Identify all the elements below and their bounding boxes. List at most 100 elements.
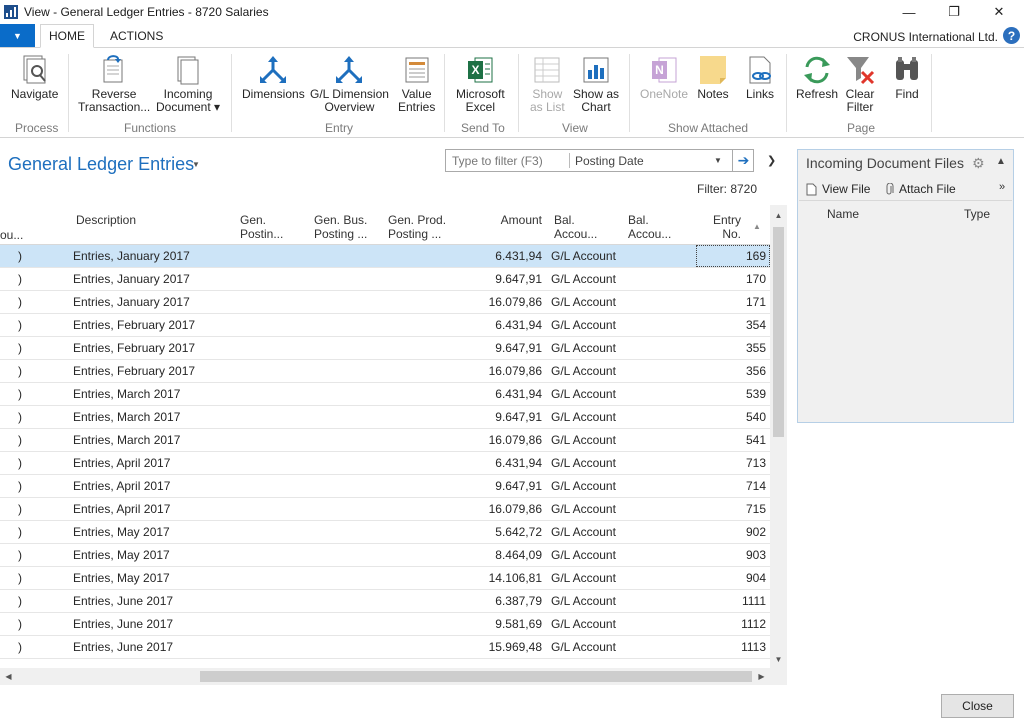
vertical-scrollbar[interactable]: ▲ ▼: [770, 205, 787, 668]
cell-entry-no: 356: [745, 364, 766, 378]
reverse-transaction-button[interactable]: Reverse Transaction...: [78, 54, 150, 114]
table-row[interactable]: ) Entries, March 2017 9.647,91 G/L Account 5…: [0, 406, 770, 429]
binoculars-icon: [891, 54, 923, 86]
table-row[interactable]: ) Entries, February 2017 6.431,94 G/L Accou…: [0, 314, 770, 337]
title-dropdown-icon[interactable]: ▼: [192, 160, 200, 169]
table-row[interactable]: ) Entries, January 2017 16.079,86 G/L Accou…: [0, 291, 770, 314]
notes-button[interactable]: Notes: [697, 54, 729, 101]
attach-file-button[interactable]: Attach File: [885, 182, 956, 196]
cell-entry-no: 715: [745, 502, 766, 516]
refresh-button[interactable]: Refresh: [796, 54, 838, 101]
links-button[interactable]: Links: [744, 54, 776, 101]
cell-description: Entries, April 2017: [73, 502, 171, 516]
more-actions-icon[interactable]: »: [999, 181, 1005, 193]
filter-go-arrow-icon[interactable]: ➔: [732, 150, 754, 171]
show-as-list-button[interactable]: Show as List: [530, 54, 565, 114]
close-window-button[interactable]: ✕: [976, 0, 1022, 24]
column-header-gen-posting[interactable]: Gen. Postin...: [240, 213, 283, 241]
table-row[interactable]: ) Entries, March 2017 6.431,94 G/L Account 5…: [0, 383, 770, 406]
svg-text:X: X: [472, 63, 480, 77]
cell-amount: 9.647,91: [495, 341, 542, 355]
dimensions-icon: [257, 54, 289, 86]
cell-bal-account-type: G/L Account: [551, 548, 616, 562]
table-row[interactable]: ) Entries, February 2017 9.647,91 G/L Accou…: [0, 337, 770, 360]
cell-truncated: ): [18, 249, 22, 263]
table-row[interactable]: ) Entries, May 2017 5.642,72 G/L Account 902: [0, 521, 770, 544]
horizontal-scrollbar[interactable]: ◀ ▶: [0, 668, 787, 685]
restore-button[interactable]: ❐: [931, 0, 977, 24]
scroll-right-icon[interactable]: ▶: [753, 668, 770, 685]
onenote-button[interactable]: N OneNote: [640, 54, 688, 101]
cell-amount: 15.969,48: [488, 640, 542, 654]
table-row[interactable]: ) Entries, June 2017 6.387,79 G/L Account 11…: [0, 590, 770, 613]
table-row[interactable]: ) Entries, April 2017 6.431,94 G/L Account 7…: [0, 452, 770, 475]
table-row[interactable]: ) Entries, May 2017 8.464,09 G/L Account 903: [0, 544, 770, 567]
cell-amount: 9.581,69: [495, 617, 542, 631]
scroll-up-icon[interactable]: ▲: [770, 207, 787, 224]
factbox-column-name[interactable]: Name: [827, 207, 859, 221]
view-file-button[interactable]: View File: [806, 182, 870, 196]
filter-input[interactable]: [446, 150, 570, 171]
cell-truncated: ): [18, 594, 22, 608]
factbox-column-type[interactable]: Type: [964, 207, 990, 221]
document-icon: [806, 183, 817, 195]
find-button[interactable]: Find: [891, 54, 923, 101]
column-header[interactable]: ou...: [0, 228, 23, 242]
scroll-left-icon[interactable]: ◀: [0, 668, 17, 685]
help-icon[interactable]: ?: [1003, 27, 1020, 44]
table-row[interactable]: ) Entries, April 2017 9.647,91 G/L Account 7…: [0, 475, 770, 498]
sort-ascending-icon: ▲: [753, 222, 761, 231]
close-button[interactable]: Close: [941, 694, 1014, 718]
app-chart-icon: [4, 5, 18, 19]
scroll-down-icon[interactable]: ▼: [770, 651, 787, 668]
table-row[interactable]: ) Entries, April 2017 16.079,86 G/L Account…: [0, 498, 770, 521]
company-name[interactable]: CRONUS International Ltd.: [853, 30, 998, 44]
cell-entry-no: 1111: [741, 594, 766, 608]
column-header-entry-no[interactable]: Entry No.: [696, 213, 741, 241]
cell-bal-account-type: G/L Account: [551, 341, 616, 355]
dimensions-button[interactable]: Dimensions: [242, 54, 305, 101]
minimize-button[interactable]: —: [886, 0, 932, 24]
chevron-down-icon[interactable]: ▼: [714, 156, 722, 165]
show-as-chart-button[interactable]: Show as Chart: [573, 54, 619, 114]
table-row[interactable]: ) Entries, June 2017 15.969,48 G/L Account 1…: [0, 636, 770, 659]
cell-entry-no: 902: [745, 525, 766, 539]
cell-amount: 9.647,91: [495, 410, 542, 424]
collapse-up-icon[interactable]: ▲: [996, 156, 1006, 167]
table-row[interactable]: ) Entries, January 2017 6.431,94 G/L Accoun…: [0, 245, 770, 268]
ribbon-separator: [786, 54, 787, 132]
cell-description: Entries, January 2017: [73, 295, 190, 309]
table-row[interactable]: ) Entries, March 2017 16.079,86 G/L Account…: [0, 429, 770, 452]
page-title[interactable]: General Ledger Entries: [8, 154, 194, 175]
gl-dimension-overview-button[interactable]: G/L Dimension Overview: [310, 54, 389, 114]
cell-amount: 16.079,86: [488, 364, 542, 378]
table-row[interactable]: ) Entries, February 2017 16.079,86 G/L Acco…: [0, 360, 770, 383]
column-header-bal-account-type[interactable]: Bal. Accou...: [554, 213, 597, 241]
cell-entry-no: 541: [745, 433, 766, 447]
clear-filter-button[interactable]: Clear Filter: [844, 54, 876, 114]
column-header-description[interactable]: Description: [76, 213, 136, 227]
table-row[interactable]: ) Entries, June 2017 9.581,69 G/L Account 11…: [0, 613, 770, 636]
gear-icon[interactable]: ⚙: [972, 155, 985, 172]
collapse-chevron-icon[interactable]: ❯: [767, 154, 776, 167]
ribbon-separator: [444, 54, 445, 132]
column-header-gen-prod-posting[interactable]: Gen. Prod. Posting ...: [388, 213, 446, 241]
value-entries-button[interactable]: Value Entries: [398, 54, 435, 114]
navigate-button[interactable]: Navigate: [11, 54, 58, 101]
tab-actions[interactable]: ACTIONS: [102, 24, 171, 48]
ribbon: Navigate Process Reverse Transaction... …: [0, 47, 1024, 138]
column-header-amount[interactable]: Amount: [470, 213, 542, 227]
table-row[interactable]: ) Entries, January 2017 9.647,91 G/L Accoun…: [0, 268, 770, 291]
column-header-gen-bus-posting[interactable]: Gen. Bus. Posting ...: [314, 213, 367, 241]
tab-home[interactable]: HOME: [40, 24, 94, 48]
ribbon-tabs: ▼ HOME ACTIONS CRONUS International Ltd.…: [0, 24, 1024, 48]
column-header-bal-account-no[interactable]: Bal. Accou...: [628, 213, 671, 241]
cell-truncated: ): [18, 502, 22, 516]
incoming-document-button[interactable]: Incoming Document ▾: [156, 54, 220, 114]
filter-field-select[interactable]: Posting Date: [575, 154, 644, 168]
vertical-scroll-thumb[interactable]: [773, 227, 784, 437]
microsoft-excel-button[interactable]: X Microsoft Excel: [456, 54, 505, 114]
horizontal-scroll-thumb[interactable]: [200, 671, 752, 682]
table-row[interactable]: ) Entries, May 2017 14.106,81 G/L Account 90…: [0, 567, 770, 590]
app-menu-button[interactable]: ▼: [0, 24, 35, 48]
